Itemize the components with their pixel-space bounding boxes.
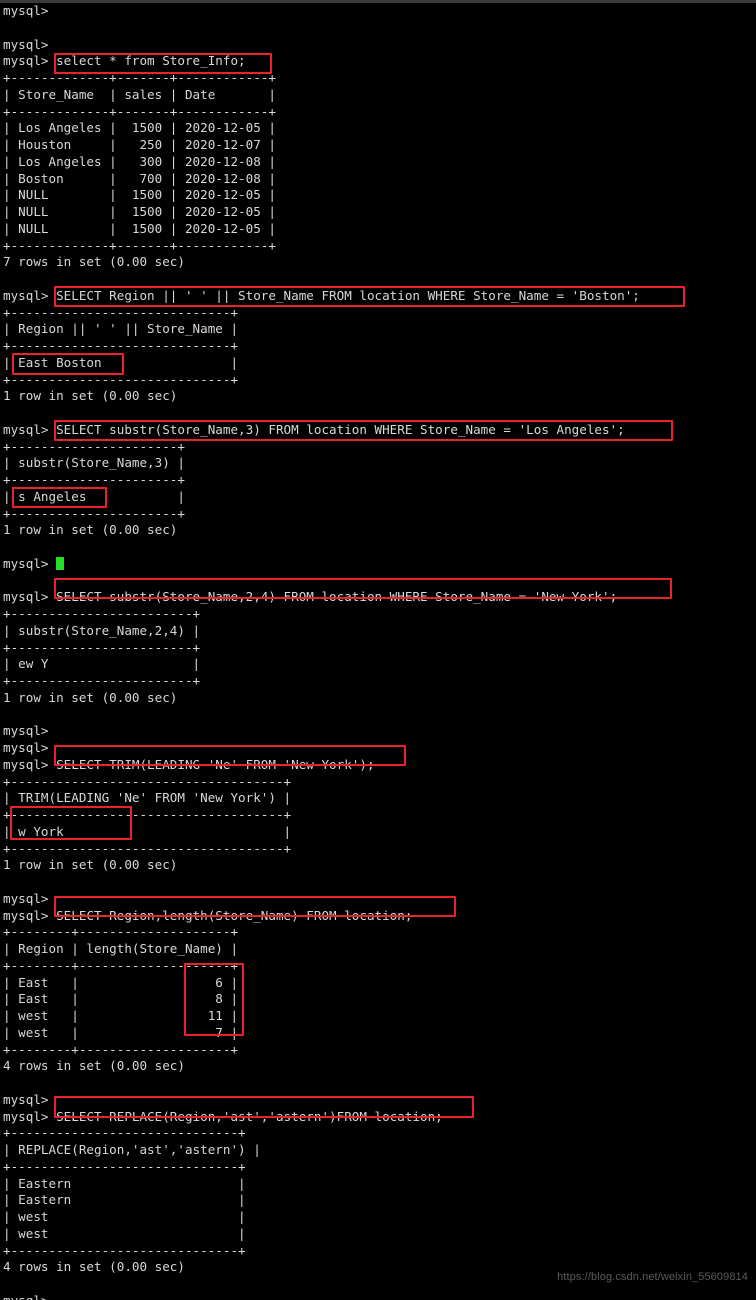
terminal-line: +------------------------+ — [3, 606, 201, 621]
terminal-line: mysql> — [3, 556, 753, 573]
terminal-line: mysql> — [3, 723, 49, 739]
terminal-line: | west | — [3, 1225, 246, 1241]
terminal-line: mysql> — [3, 1293, 753, 1300]
terminal-line: mysql> SELECT REPLACE(Region,'ast','aste… — [3, 1108, 443, 1124]
terminal-line: | s Angeles | — [3, 488, 185, 504]
terminal-line: +------------------------+ — [3, 639, 201, 655]
terminal-line: | NULL | 1500 | 2020-12-05 | — [3, 187, 276, 203]
terminal-line: +------------------------+ — [3, 673, 201, 688]
terminal-line: +----------------------+ — [3, 472, 185, 487]
terminal-line: +----------------------+ — [3, 505, 185, 521]
terminal-line: | substr(Store_Name,3) | — [3, 455, 185, 471]
terminal-line: | East | 8 | — [3, 991, 239, 1007]
terminal-line: mysql> — [3, 740, 49, 755]
terminal-line: +------------------------------+ — [3, 1125, 246, 1141]
terminal-line: mysql> — [3, 890, 49, 906]
terminal-line: +-----------------------------+ — [3, 304, 239, 320]
terminal-screen[interactable]: mysql> mysql> mysql> select * from Store_I… — [3, 3, 753, 1300]
terminal-line: mysql> SELECT TRIM(LEADING 'Ne' FROM 'Ne… — [3, 756, 375, 772]
terminal-line: 1 row in set (0.00 sec) — [3, 857, 178, 873]
terminal-line: +------------------------------+ — [3, 1158, 246, 1174]
terminal-line: | w York | — [3, 823, 292, 839]
terminal-line: +------------------------------------+ — [3, 840, 292, 856]
terminal-line: | East Boston | — [3, 354, 239, 370]
terminal-line: +------------------------------------+ — [3, 807, 292, 822]
terminal-line: | East | 6 | — [3, 974, 239, 990]
terminal-line: +--------+--------------------+ — [3, 924, 239, 940]
watermark-url: https://blog.csdn.net/weixin_55609814 — [557, 1271, 748, 1284]
terminal-line: | TRIM(LEADING 'Ne' FROM 'New York') | — [3, 790, 292, 806]
terminal-line: | Eastern | — [3, 1175, 246, 1191]
terminal-line: +-----------------------------+ — [3, 371, 239, 387]
terminal-line: | Los Angeles | 1500 | 2020-12-05 | — [3, 120, 276, 136]
terminal-line: +----------------------+ — [3, 438, 185, 454]
terminal-line: | Store_Name | sales | Date | — [3, 86, 276, 102]
terminal-line: 1 row in set (0.00 sec) — [3, 689, 178, 705]
terminal-line: mysql> SELECT Region,length(Store_Name) … — [3, 907, 413, 923]
mysql-terminal-window: mysql> mysql> mysql> select * from Store_I… — [0, 0, 756, 1300]
terminal-line: | Boston | 700 | 2020-12-08 | — [3, 170, 276, 186]
terminal-line: mysql> SELECT substr(Store_Name,3) FROM … — [3, 421, 625, 437]
terminal-line: | substr(Store_Name,2,4) | — [3, 622, 201, 638]
terminal-line: | NULL | 1500 | 2020-12-05 | — [3, 220, 276, 236]
text-cursor — [56, 556, 64, 570]
terminal-line: 1 row in set (0.00 sec) — [3, 388, 178, 404]
terminal-line: | Houston | 250 | 2020-12-07 | — [3, 137, 276, 152]
terminal-line: +-------------+-------+------------+ — [3, 70, 276, 85]
terminal-line: | Region | length(Store_Name) | — [3, 941, 239, 956]
terminal-line: mysql> select * from Store_Info; — [3, 53, 246, 69]
terminal-line: | NULL | 1500 | 2020-12-05 | — [3, 204, 276, 219]
terminal-line: +--------+--------------------+ — [3, 957, 239, 973]
terminal-line: +-------------+-------+------------+ — [3, 103, 276, 119]
terminal-line: +--------+--------------------+ — [3, 1041, 239, 1057]
terminal-line: mysql> SELECT Region || ' ' || Store_Nam… — [3, 287, 640, 303]
terminal-line: | REPLACE(Region,'ast','astern') | — [3, 1142, 261, 1157]
terminal-line: mysql> SELECT substr(Store_Name,2,4) FRO… — [3, 589, 618, 605]
terminal-line: 1 row in set (0.00 sec) — [3, 522, 178, 538]
terminal-line: mysql> — [3, 1091, 49, 1107]
terminal-line: 7 rows in set (0.00 sec) — [3, 254, 185, 270]
terminal-line: | Region || ' ' || Store_Name | — [3, 321, 239, 337]
terminal-line: +------------------------------+ — [3, 1242, 246, 1258]
terminal-line: | west | 7 | — [3, 1024, 239, 1040]
terminal-line: 4 rows in set (0.00 sec) — [3, 1058, 185, 1074]
terminal-line: | west | — [3, 1209, 246, 1224]
terminal-line: | ew Y | — [3, 656, 201, 672]
terminal-line: | west | 11 | — [3, 1008, 239, 1023]
terminal-line: | Eastern | — [3, 1192, 246, 1208]
terminal-line: +------------------------------------+ — [3, 773, 292, 789]
terminal-line: +-----------------------------+ — [3, 338, 239, 353]
terminal-line: | Los Angeles | 300 | 2020-12-08 | — [3, 153, 276, 169]
terminal-line: mysql> — [3, 36, 49, 52]
terminal-line: mysql> — [3, 3, 49, 18]
terminal-line: +-------------+-------+------------+ — [3, 237, 276, 253]
